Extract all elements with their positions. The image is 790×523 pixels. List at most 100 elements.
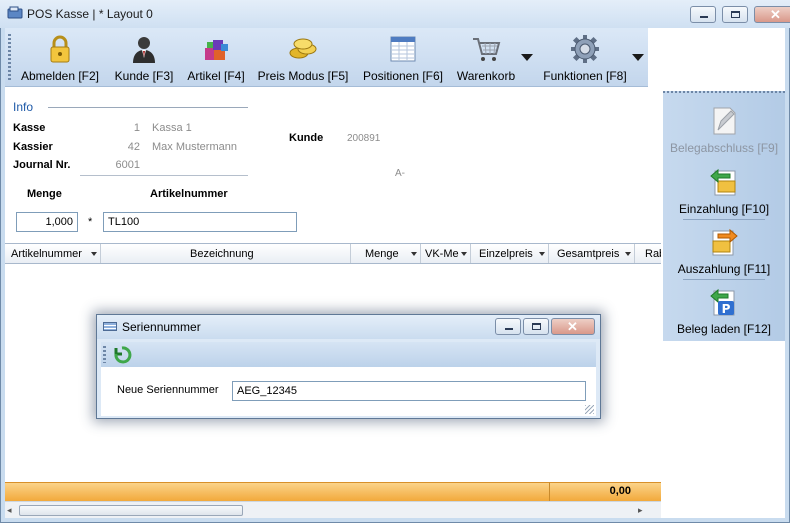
main-toolbar: Abmelden [F2] Kunde [F3] Artikel [F4] Pr… (5, 28, 648, 87)
info-divider (48, 107, 248, 108)
scroll-thumb[interactable] (19, 505, 243, 516)
multiply-sign: * (88, 216, 93, 228)
column-label: Bezeichnung (190, 248, 254, 260)
minimize-button[interactable] (690, 6, 716, 23)
scroll-right-icon[interactable]: ▸ (638, 505, 643, 516)
panel-separator (683, 279, 765, 280)
warenkorb-dropdown-arrow[interactable] (521, 54, 533, 61)
resize-grip[interactable] (585, 405, 594, 414)
beleg-laden-button[interactable]: P Beleg laden [F12] (663, 287, 785, 339)
toolbar-grip[interactable] (8, 34, 11, 80)
belegabschluss-button[interactable]: Belegabschluss [F9] (663, 106, 785, 158)
kassier-number: 42 (127, 141, 140, 153)
column-vk-me[interactable]: VK-Me (421, 244, 471, 263)
undo-icon (114, 346, 132, 364)
toolbar-button-positionen[interactable]: Positionen [F6] (357, 28, 449, 87)
toolbar-button-abmelden[interactable]: Abmelden [F2] (17, 28, 103, 87)
dialog-maximize-button[interactable] (523, 318, 549, 335)
kunde-label: Kunde (289, 132, 324, 144)
kunde-extra: A- (395, 168, 405, 179)
auszahlung-button[interactable]: Auszahlung [F11] (663, 227, 785, 277)
svg-text:P: P (722, 302, 731, 316)
dialog-minimize-button[interactable] (495, 318, 521, 335)
toolbar-button-warenkorb[interactable]: Warenkorb (453, 28, 519, 87)
scroll-left-icon[interactable]: ◂ (7, 505, 12, 516)
toolbar-label: Positionen [F6] (362, 69, 444, 83)
action-label: Einzahlung [F10] (678, 202, 770, 216)
column-menu-icon[interactable] (411, 252, 417, 256)
articles-icon (201, 34, 231, 64)
column-label: Gesamtpreis (557, 248, 620, 260)
total-amount: 0,00 (549, 482, 661, 501)
kasse-name: Kassa 1 (152, 122, 192, 134)
journal-label: Journal Nr. (13, 159, 71, 171)
positions-icon (388, 34, 418, 64)
dialog-back-button[interactable] (110, 344, 132, 365)
dialog-app-icon (103, 322, 117, 331)
kassier-label: Kassier (13, 141, 53, 153)
column-label: Menge (365, 248, 399, 260)
column-label: VK-Me (425, 248, 459, 260)
toolbar-label: Funktionen [F8] (543, 69, 627, 83)
column-menu-icon[interactable] (625, 252, 631, 256)
toolbar-button-funktionen[interactable]: Funktionen [F8] (537, 28, 633, 87)
artikelnummer-label: Artikelnummer (150, 188, 228, 200)
minimize-icon (505, 328, 513, 330)
cash-in-icon (709, 167, 739, 197)
column-menu-icon[interactable] (91, 252, 97, 256)
menge-input[interactable]: 1,000 (16, 212, 78, 232)
toolbar-button-preis-modus[interactable]: Preis Modus [F5] (255, 28, 351, 87)
funktionen-dropdown-arrow[interactable] (632, 54, 644, 61)
gear-icon (570, 34, 600, 64)
cart-icon (471, 34, 501, 64)
minimize-icon (700, 16, 708, 18)
info-heading: Info (13, 100, 34, 114)
receipt-icon (709, 106, 739, 136)
artikelnummer-input[interactable]: TL100 (103, 212, 297, 232)
maximize-button[interactable] (722, 6, 748, 23)
kassier-name: Max Mustermann (152, 141, 237, 153)
dialog-title-bar[interactable]: Seriennummer ✕ (97, 315, 600, 339)
maximize-icon (532, 323, 541, 330)
toolbar-button-artikel[interactable]: Artikel [F4] (183, 28, 249, 87)
column-menu-icon[interactable] (539, 252, 545, 256)
column-einzelpreis[interactable]: Einzelpreis (471, 244, 549, 263)
dialog-title: Seriennummer (122, 320, 201, 334)
seriennummer-label: Neue Seriennummer (117, 384, 219, 396)
journal-divider (80, 175, 248, 176)
column-label: Einzelpreis (479, 248, 533, 260)
dialog-close-button[interactable]: ✕ (551, 318, 595, 335)
close-icon: ✕ (770, 7, 781, 22)
column-gesamtpreis[interactable]: Gesamtpreis (549, 244, 635, 263)
toolbar-label: Abmelden [F2] (20, 69, 100, 83)
customer-icon (129, 34, 159, 64)
column-menu-icon[interactable] (461, 252, 467, 256)
column-artikelnummer[interactable]: Artikelnummer (5, 244, 101, 263)
close-icon: ✕ (567, 319, 578, 334)
menge-label: Menge (27, 188, 62, 200)
dialog-toolbar (101, 342, 596, 367)
toolbar-label: Artikel [F4] (187, 69, 245, 83)
toolbar-label: Warenkorb (456, 69, 516, 83)
grid-header: Artikelnummer Bezeichnung Menge VK-Me Ei… (5, 243, 661, 264)
einzahlung-button[interactable]: Einzahlung [F10] (663, 167, 785, 217)
coins-icon (288, 34, 318, 64)
lock-icon (45, 34, 75, 64)
window-title: POS Kasse | * Layout 0 (27, 7, 153, 21)
journal-number: 6001 (115, 159, 140, 171)
action-label: Auszahlung [F11] (677, 262, 771, 276)
column-rabatt[interactable]: Rab (635, 244, 661, 263)
column-bezeichnung[interactable]: Bezeichnung (101, 244, 351, 263)
seriennummer-input[interactable]: AEG_12345 (232, 381, 586, 401)
column-menge[interactable]: Menge (351, 244, 421, 263)
load-receipt-icon: P (709, 287, 739, 317)
close-button[interactable]: ✕ (754, 6, 790, 23)
dialog-toolbar-grip[interactable] (103, 346, 106, 363)
panel-separator (683, 219, 765, 220)
maximize-icon (731, 11, 740, 18)
seriennummer-dialog: Seriennummer ✕ Neue Seriennummer AEG_123… (96, 314, 601, 419)
toolbar-label: Preis Modus [F5] (257, 69, 349, 83)
dialog-content: Neue Seriennummer AEG_12345 (101, 367, 596, 416)
horizontal-scrollbar[interactable]: ◂ ▸ (5, 501, 661, 518)
toolbar-button-kunde[interactable]: Kunde [F3] (109, 28, 179, 87)
